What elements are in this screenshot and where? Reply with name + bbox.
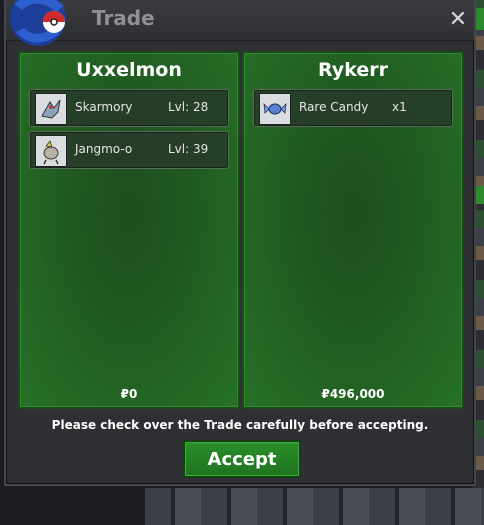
trade-slot-jangmo-o[interactable]: Jangmo-o Lvl: 39: [29, 131, 229, 169]
title-bar[interactable]: Trade ✕: [6, 0, 474, 46]
slot-item-level: Lvl: 28: [168, 100, 209, 114]
right-player-name: Rykerr: [318, 59, 388, 81]
trade-notice: Please check over the Trade carefully be…: [51, 418, 429, 432]
rare-candy-icon: [259, 93, 291, 125]
slot-item-name: Jangmo-o: [75, 142, 133, 156]
background-scenery-bottom: [145, 488, 484, 525]
slot-item-name: Skarmory: [75, 100, 133, 114]
slot-item-quantity: x1: [392, 100, 407, 114]
slot-item-level: Lvl: 39: [168, 142, 209, 156]
close-button[interactable]: ✕: [447, 9, 469, 31]
pokeball-logo-icon: [10, 0, 66, 46]
trade-slot-skarmory[interactable]: Skarmory Lvl: 28: [29, 89, 229, 127]
left-money-amount: ₽0: [120, 387, 138, 401]
slot-item-name: Rare Candy: [299, 100, 369, 114]
accept-button[interactable]: Accept: [183, 440, 301, 478]
trade-dialog: Trade ✕ Uxxelmon Skarmory Lvl: 28 Jangmo…: [4, 0, 476, 486]
right-trade-panel: Rykerr Rare Candy x1 ₽496,000: [242, 51, 464, 409]
left-trade-panel: Uxxelmon Skarmory Lvl: 28 Jangmo-o Lvl: …: [18, 51, 240, 409]
left-player-name: Uxxelmon: [76, 59, 182, 81]
right-money-amount: ₽496,000: [321, 387, 385, 401]
trade-slot-rare-candy[interactable]: Rare Candy x1: [253, 89, 453, 127]
skarmory-sprite-icon: [35, 93, 67, 125]
dialog-title: Trade: [92, 6, 155, 30]
jangmo-o-sprite-icon: [35, 135, 67, 167]
